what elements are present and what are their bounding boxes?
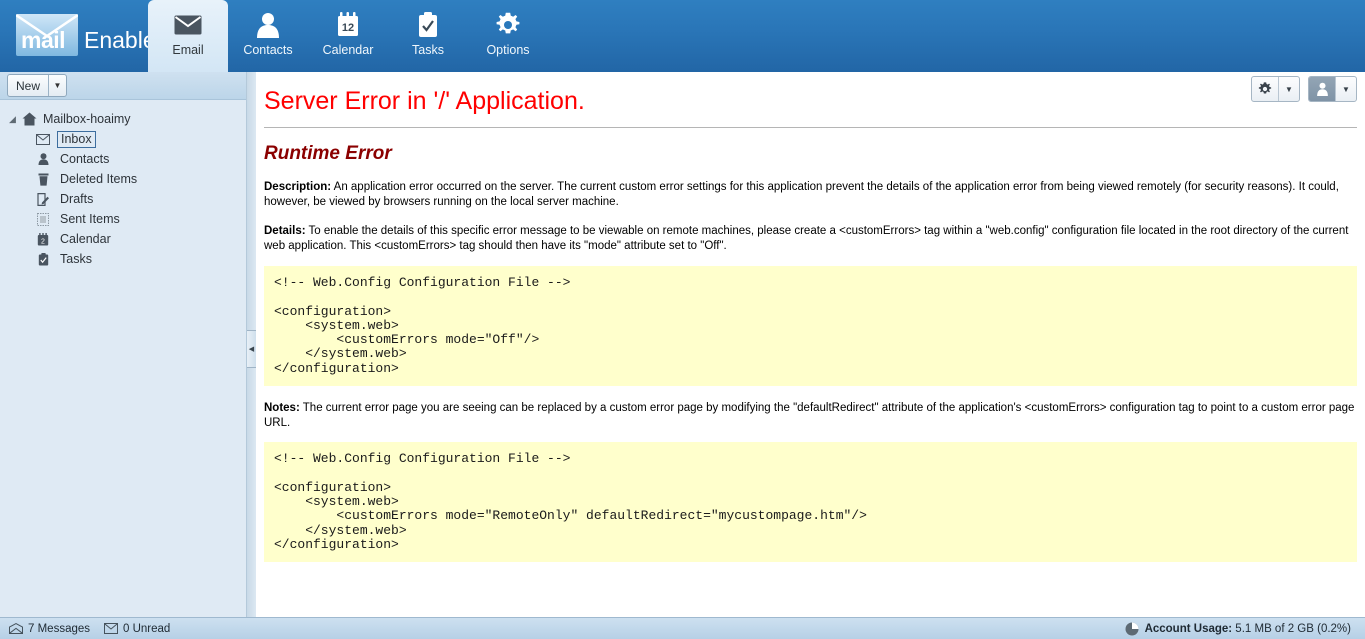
error-page-content: Server Error in '/' Application. Runtime…	[256, 72, 1365, 618]
description-label: Description:	[264, 181, 332, 193]
tab-tasks-label: Tasks	[412, 43, 444, 57]
description-paragraph: Description: An application error occurr…	[256, 165, 1365, 209]
svg-text:2: 2	[41, 238, 45, 245]
error-type-heading: Runtime Error	[264, 143, 392, 164]
folder-navigation-pane: New ▼ ◢ Mailbox-hoaimy Inbox Contacts De…	[0, 72, 246, 618]
folder-item-deleted-items[interactable]: Deleted Items	[0, 169, 246, 189]
notes-paragraph: Notes: The current error page you are se…	[256, 386, 1365, 430]
tab-options[interactable]: Options	[468, 0, 548, 72]
tab-email[interactable]: Email	[148, 0, 228, 72]
account-split-button[interactable]: ▼	[1308, 76, 1357, 102]
folder-item-label: Tasks	[60, 251, 92, 266]
tab-calendar-label: Calendar	[322, 43, 374, 57]
status-messages-count: 7 Messages	[9, 623, 90, 635]
notes-label: Notes:	[264, 402, 300, 415]
account-usage-group: Account Usage: 5.1 MB of 2 GB (0.2%)	[1145, 623, 1351, 635]
notes-text: The current error page you are seeing ca…	[264, 402, 1355, 429]
person-icon	[33, 153, 53, 165]
chevron-down-icon[interactable]: ▼	[1335, 77, 1356, 101]
clipboard-check-icon	[33, 252, 53, 266]
folder-tree: ◢ Mailbox-hoaimy Inbox Contacts Deleted …	[0, 100, 246, 269]
folder-item-label: Calendar	[60, 231, 111, 246]
mailenable-webmail-window: mail Enable Email Contacts 12 Calendar T…	[0, 0, 1365, 639]
status-messages-label: 7 Messages	[28, 622, 91, 635]
tab-contacts[interactable]: Contacts	[228, 0, 308, 72]
code-block-remoteonly: <!-- Web.Config Configuration File --> <…	[264, 442, 1357, 563]
tab-email-label: Email	[172, 43, 204, 57]
svg-text:12: 12	[342, 22, 354, 34]
folder-item-tasks[interactable]: Tasks	[0, 249, 246, 269]
calendar-icon: 2	[33, 232, 53, 246]
details-paragraph: Details: To enable the details of this s…	[256, 209, 1365, 253]
calendar-icon: 12	[336, 10, 360, 40]
envelope-icon	[104, 623, 119, 634]
folder-item-label: Drafts	[60, 191, 94, 206]
gear-icon[interactable]	[1252, 77, 1278, 101]
chevron-down-icon[interactable]: ▼	[1278, 77, 1299, 101]
new-item-toolbar: New ▼	[0, 72, 246, 100]
folder-item-inbox[interactable]: Inbox	[0, 129, 246, 149]
gear-icon	[495, 10, 521, 40]
status-unread-label: 0 Unread	[123, 622, 171, 635]
status-bar-left: 7 Messages 0 Unread	[0, 623, 170, 635]
logo-text-mail: mail	[21, 27, 66, 53]
page-title: Server Error in '/' Application.	[264, 87, 585, 115]
tab-contacts-label: Contacts	[243, 43, 293, 57]
logo-text-enable: Enable	[84, 27, 156, 53]
draft-pencil-icon	[33, 192, 53, 206]
folder-item-calendar[interactable]: 2 Calendar	[0, 229, 246, 249]
folder-item-label: Deleted Items	[60, 171, 138, 186]
folder-item-sent-items[interactable]: Sent Items	[0, 209, 246, 229]
top-navigation-bar: mail Enable Email Contacts 12 Calendar T…	[0, 0, 1365, 72]
home-icon	[19, 112, 39, 126]
tab-calendar[interactable]: 12 Calendar	[308, 0, 388, 72]
person-icon[interactable]	[1309, 77, 1335, 101]
description-text: An application error occurred on the ser…	[264, 181, 1339, 208]
splitter-collapse-handle[interactable]: ◀	[247, 330, 256, 368]
pie-chart-icon	[1125, 622, 1139, 636]
main-tab-strip: Email Contacts 12 Calendar Tasks Options	[148, 0, 548, 72]
status-bar-right: Account Usage: 5.1 MB of 2 GB (0.2%)	[1125, 622, 1365, 636]
sent-items-icon	[33, 212, 53, 226]
envelope-icon	[174, 10, 202, 40]
person-icon	[256, 10, 280, 40]
expand-collapse-twisty-icon[interactable]: ◢	[6, 114, 19, 125]
new-button[interactable]: New ▼	[7, 74, 68, 97]
tree-root-mailbox[interactable]: ◢ Mailbox-hoaimy	[0, 109, 246, 129]
tab-tasks[interactable]: Tasks	[388, 0, 468, 72]
details-text: To enable the details of this specific e…	[264, 225, 1349, 252]
account-usage-label: Account Usage:	[1144, 622, 1233, 635]
code-block-off: <!-- Web.Config Configuration File --> <…	[264, 266, 1357, 387]
settings-split-button[interactable]: ▼	[1251, 76, 1300, 102]
tree-root-label: Mailbox-hoaimy	[43, 112, 131, 126]
clipboard-check-icon	[417, 10, 439, 40]
folder-item-drafts[interactable]: Drafts	[0, 189, 246, 209]
envelope-icon	[33, 133, 53, 145]
folder-item-label: Inbox	[57, 130, 96, 148]
folder-item-label: Contacts	[60, 151, 110, 166]
status-bar: 7 Messages 0 Unread Account Usage: 5.1 M…	[0, 617, 1365, 639]
open-envelope-icon	[9, 623, 23, 634]
tab-options-label: Options	[486, 43, 530, 57]
new-button-label: New	[16, 78, 41, 93]
account-usage-value: 5.1 MB of 2 GB (0.2%)	[1232, 622, 1351, 635]
chevron-down-icon[interactable]: ▼	[48, 75, 66, 96]
folder-item-label: Sent Items	[60, 211, 120, 226]
folder-item-contacts[interactable]: Contacts	[0, 149, 246, 169]
details-label: Details:	[264, 225, 306, 237]
trash-icon	[33, 173, 53, 186]
status-unread-count: 0 Unread	[104, 623, 170, 635]
header-action-buttons: ▼ ▼	[1251, 76, 1357, 102]
mailenable-logo[interactable]: mail Enable	[16, 12, 156, 58]
